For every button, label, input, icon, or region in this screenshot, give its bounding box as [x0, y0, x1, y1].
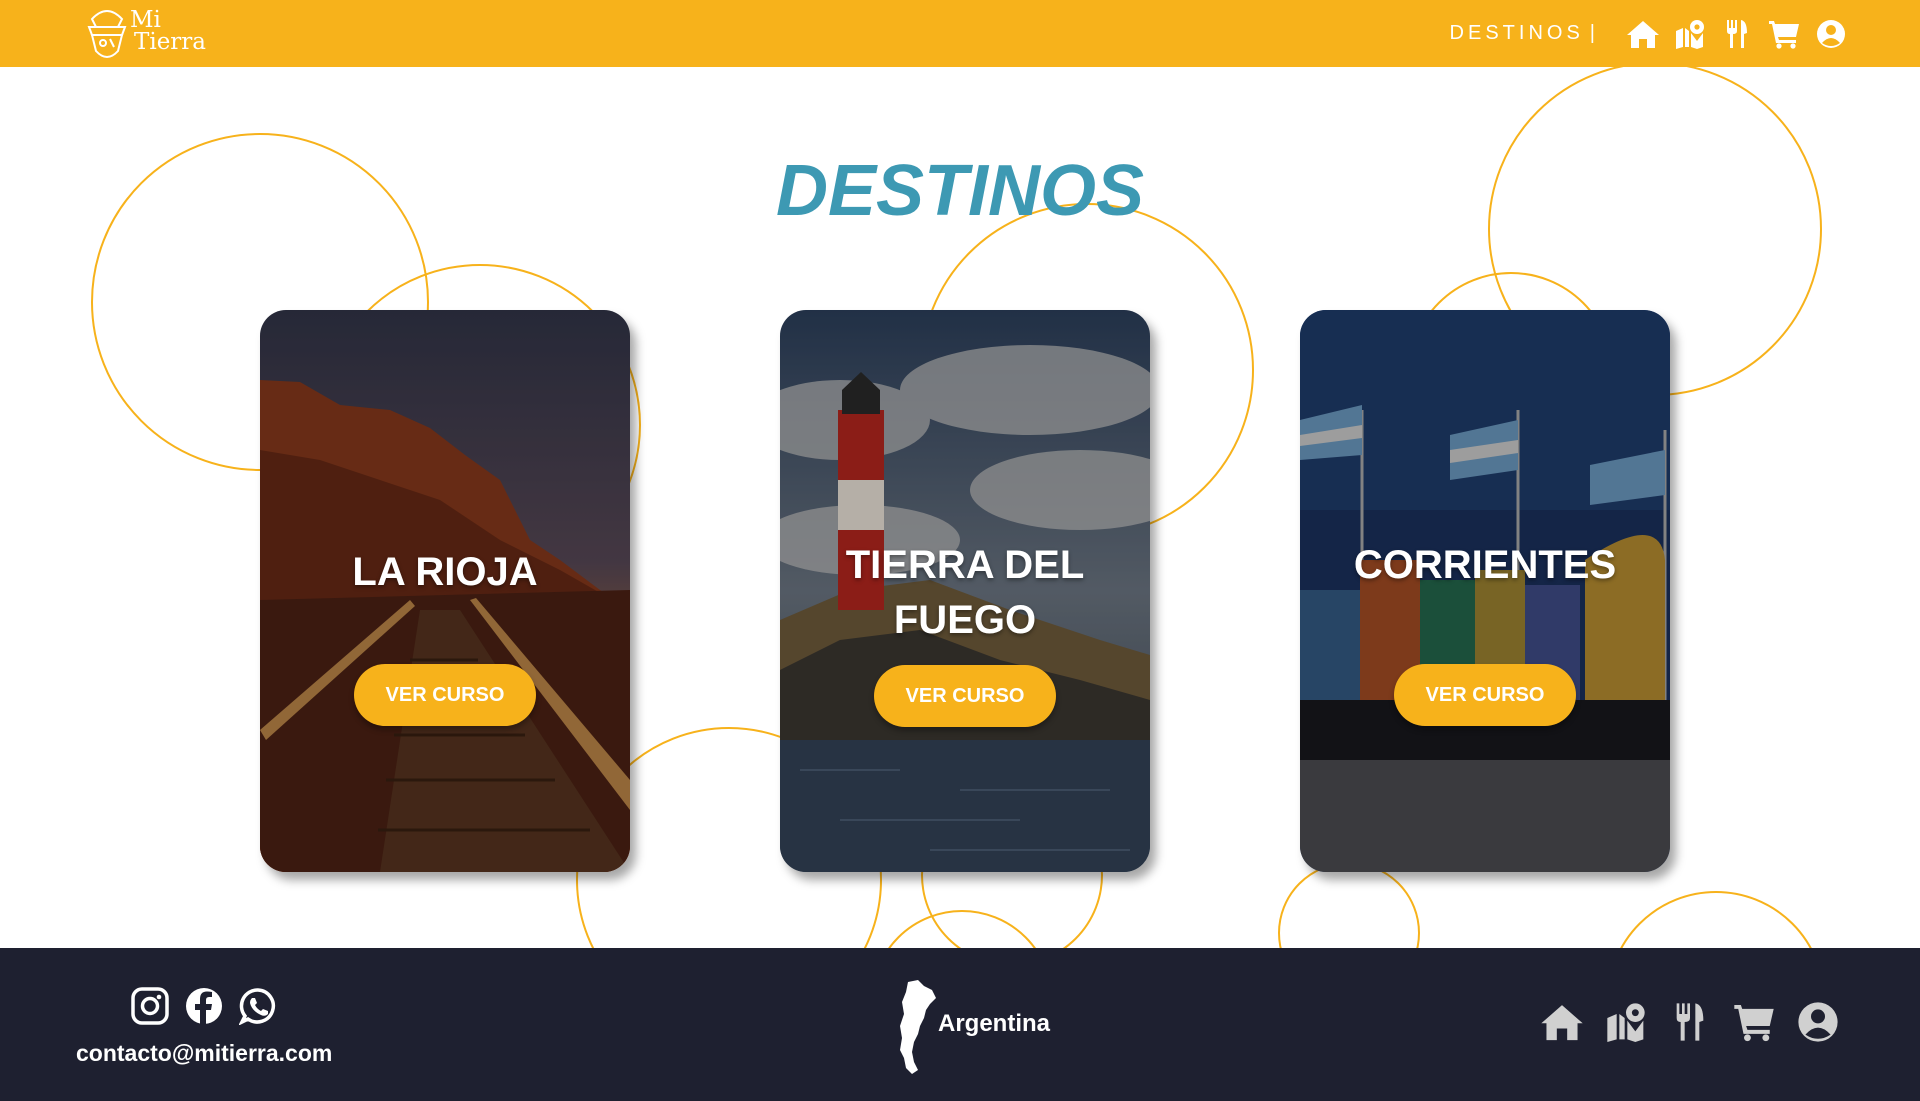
home-icon[interactable] — [1626, 17, 1660, 51]
social-links — [130, 986, 278, 1026]
top-header: Mi Tierra DESTINOS | — [0, 0, 1920, 67]
card-title: CORRIENTES — [1353, 543, 1617, 587]
logo-text: Mi Tierra — [130, 7, 207, 55]
footer-nav — [1540, 1000, 1840, 1044]
logo[interactable]: Mi Tierra — [84, 5, 214, 63]
ver-curso-button[interactable]: VER CURSO — [1394, 664, 1576, 726]
destination-card-tierra-del-fuego[interactable]: TIERRA DEL FUEGO VER CURSO — [780, 310, 1150, 872]
utensils-icon[interactable] — [1720, 17, 1754, 51]
page-title: DESTINOS — [775, 151, 1145, 231]
destination-card-corrientes[interactable]: CORRIENTES VER CURSO — [1300, 310, 1670, 872]
nav-link-destinos[interactable]: DESTINOS — [1450, 22, 1584, 45]
top-nav: DESTINOS | — [1450, 0, 1848, 67]
cart-icon[interactable] — [1732, 1000, 1776, 1044]
ver-curso-button[interactable]: VER CURSO — [354, 664, 536, 726]
home-icon[interactable] — [1540, 1000, 1584, 1044]
card-title: TIERRA DEL FUEGO — [845, 543, 1085, 642]
nav-separator: | — [1589, 22, 1595, 44]
logo-icon — [87, 10, 127, 58]
map-icon[interactable] — [1604, 1000, 1648, 1044]
whatsapp-icon[interactable] — [238, 986, 278, 1026]
logo-line1: Mi — [130, 7, 161, 33]
country-label: Argentina — [938, 1010, 1051, 1037]
card-title: LA RIOJA — [352, 550, 538, 594]
map-icon[interactable] — [1673, 17, 1707, 51]
argentina-map-icon — [900, 980, 936, 1074]
user-icon[interactable] — [1814, 17, 1848, 51]
cart-icon[interactable] — [1767, 17, 1801, 51]
country-badge: Argentina — [896, 980, 1066, 1076]
ver-curso-button[interactable]: VER CURSO — [874, 665, 1056, 727]
facebook-icon[interactable] — [184, 986, 224, 1026]
logo-line2: Tierra — [134, 29, 207, 55]
contact-email[interactable]: contacto@mitierra.com — [76, 1040, 332, 1067]
destination-card-la-rioja[interactable]: LA RIOJA VER CURSO — [260, 310, 630, 872]
instagram-icon[interactable] — [130, 986, 170, 1026]
user-icon[interactable] — [1796, 1000, 1840, 1044]
footer: contacto@mitierra.com Argentina — [0, 948, 1920, 1101]
utensils-icon[interactable] — [1668, 1000, 1712, 1044]
